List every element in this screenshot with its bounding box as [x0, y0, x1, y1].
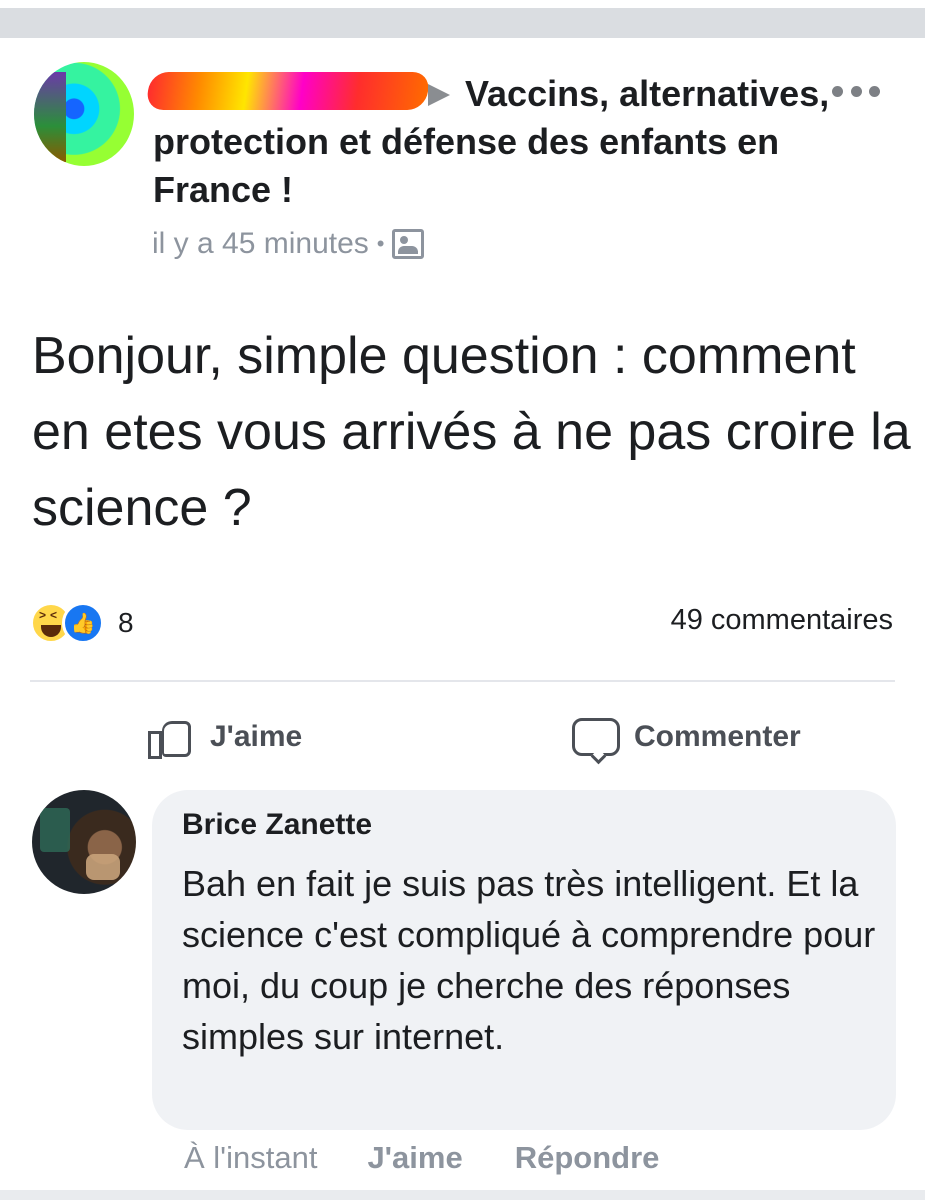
comment-author[interactable]: Brice Zanette [182, 808, 372, 842]
thumbs-up-icon [146, 717, 196, 759]
comment-time[interactable]: À l'instant [184, 1140, 317, 1176]
post-timestamp[interactable]: il y a 45 minutes [152, 227, 369, 261]
comment-icon [572, 718, 620, 756]
dot-3 [869, 85, 880, 97]
more-options-icon[interactable] [832, 84, 880, 98]
comment-reply-link[interactable]: Répondre [515, 1140, 660, 1176]
dot-1 [832, 85, 843, 97]
comment-like-link[interactable]: J'aime [367, 1140, 462, 1176]
comments-count[interactable]: 49 commentaires [671, 604, 893, 637]
like-button[interactable]: J'aime [146, 712, 302, 762]
bottom-divider [0, 1190, 925, 1200]
comment-text: Bah en fait je suis pas très intelligent… [182, 863, 876, 1057]
comment-author-avatar[interactable] [32, 790, 136, 894]
top-divider [0, 8, 925, 38]
group-avatar[interactable] [34, 62, 134, 166]
reactions-summary[interactable]: 👍 8 [30, 600, 134, 646]
like-icon: 👍 [62, 602, 104, 644]
top-strip [0, 0, 925, 38]
comment-button[interactable]: Commenter [572, 712, 801, 762]
reaction-count: 8 [118, 607, 134, 638]
group-title[interactable]: Vaccins, alternatives, protection et déf… [153, 70, 833, 214]
meta-separator: • [376, 231, 385, 256]
group-icon [392, 229, 425, 259]
comment-button-label: Commenter [634, 720, 801, 753]
action-divider [30, 680, 895, 682]
post-body: Bonjour, simple question : comment en et… [32, 327, 911, 537]
like-button-label: J'aime [210, 720, 303, 753]
dot-2 [850, 85, 862, 97]
comment-actions: À l'instant J'aime Répondre [184, 1136, 711, 1180]
post-meta: il y a 45 minutes • [152, 226, 425, 262]
